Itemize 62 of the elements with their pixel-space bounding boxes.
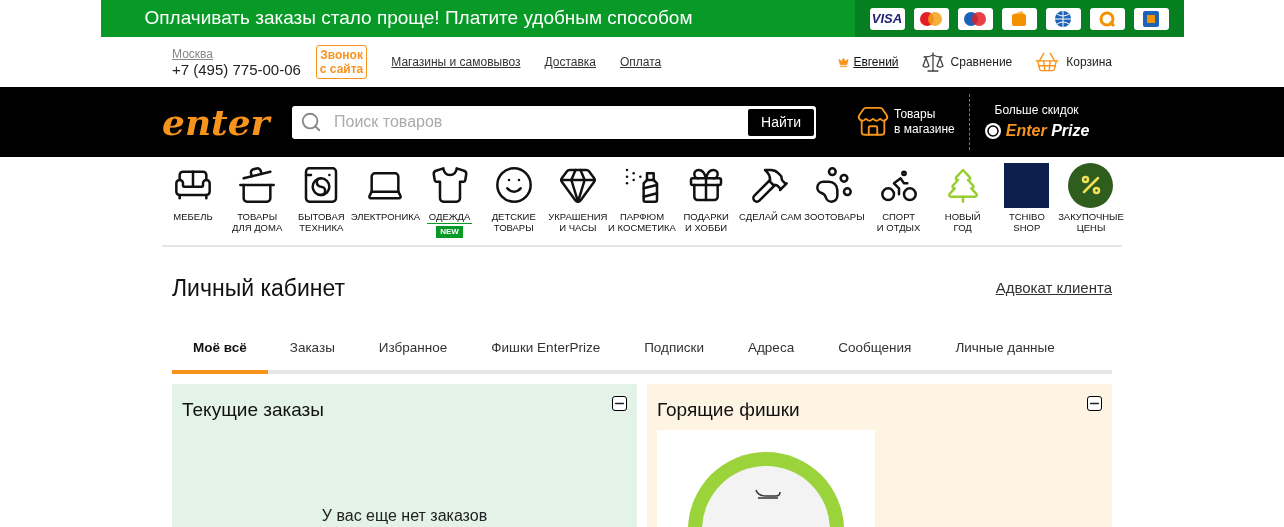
category-link[interactable]: СПОРТ И ОТДЫХ	[876, 211, 921, 233]
ring-icon	[1098, 9, 1116, 28]
page-title: Личный кабинет	[172, 274, 346, 303]
category-link[interactable]: БЫТОВАЯ ТЕХНИКА	[297, 211, 345, 233]
brand-logo-tile	[1004, 162, 1050, 208]
overlapping-circles-icon	[918, 10, 944, 27]
nav-link[interactable]: Доставка	[544, 53, 596, 71]
category-link[interactable]: ОДЕЖДА	[426, 211, 473, 224]
tab[interactable]: Избранное	[356, 335, 470, 374]
nav-link[interactable]: Оплата	[620, 53, 662, 71]
category-link[interactable]: СДЕЛАЙ САМ	[739, 211, 802, 222]
category-link[interactable]: ЗАКУПОЧНЫЕ ЦЕНЫ	[1058, 211, 1124, 233]
tab[interactable]: Адреса	[726, 335, 817, 374]
scales-icon	[920, 50, 945, 74]
category-link[interactable]: МЕБЕЛЬ	[173, 211, 213, 222]
toy-face-icon	[493, 165, 534, 205]
store-icon	[856, 105, 890, 139]
city-link[interactable]: Москва	[172, 47, 301, 62]
logo[interactable]: enter	[162, 95, 292, 149]
cart-link[interactable]: Корзина	[1066, 53, 1112, 71]
empty-orders-text: У вас еще нет заказов	[320, 506, 489, 527]
pot-icon	[237, 165, 278, 205]
category-link[interactable]: ДЕТСКИЕ ТОВАРЫ	[491, 211, 536, 233]
search-button[interactable]: Найти	[748, 108, 814, 136]
category-link[interactable]: ПАРФЮМ И КОСМЕТИКА	[608, 211, 676, 233]
paw-icon	[814, 165, 855, 205]
advocate-link[interactable]: Адвокат клиента	[995, 277, 1112, 300]
chip-icon	[983, 122, 1002, 140]
collapse-icon[interactable]	[1087, 395, 1102, 411]
panel-title: Горящие фишки	[657, 397, 800, 422]
overlapping-circles-icon	[962, 10, 988, 27]
search-icon	[300, 111, 322, 133]
tab[interactable]: Заказы	[267, 335, 357, 374]
tab[interactable]: Моё всё	[172, 335, 268, 374]
category-link[interactable]: ТОВАРЫ ДЛЯ ДОМА	[232, 211, 283, 233]
new-badge: NEW	[436, 226, 463, 238]
tab[interactable]: Сообщения	[816, 335, 934, 374]
tab[interactable]: Подписки	[622, 335, 726, 374]
nav-link[interactable]: Магазины и самовывоз	[391, 53, 521, 71]
tab[interactable]: Фишки EnterPrize	[469, 335, 623, 374]
compare-link[interactable]: Сравнение	[950, 53, 1013, 71]
phone-number: +7 (495) 775-00-06	[172, 62, 301, 77]
promo-text: Оплачивать заказы стало проще! Платите удобным способом	[144, 6, 693, 31]
category-link[interactable]: TCHIBO SHOP	[1008, 211, 1045, 233]
panel-title: Текущие заказы	[182, 397, 324, 422]
category-link[interactable]: ЗООТОВАРЫ	[804, 211, 865, 222]
visa-label: VISA	[871, 9, 903, 28]
store-goods-link[interactable]: Товары в магазине	[894, 107, 955, 137]
tab[interactable]: Личные данные	[933, 335, 1077, 374]
user-link[interactable]: Евгений	[853, 53, 899, 71]
search-field[interactable]: Поиск товаров Найти	[292, 105, 816, 139]
prize-title[interactable]: Enter Prize	[1005, 119, 1090, 143]
square-logo-icon	[1143, 10, 1159, 27]
category-link[interactable]: НОВЫЙ ГОД	[944, 211, 981, 233]
wallet-icon	[1010, 9, 1028, 28]
wreath-icon	[1068, 162, 1114, 208]
crown-icon	[838, 56, 850, 68]
collapse-icon[interactable]	[612, 395, 627, 411]
category-link[interactable]: ПОДАРКИ И ХОББИ	[683, 211, 729, 233]
category-link[interactable]: УКРАШЕНИЯ И ЧАСЫ	[548, 211, 608, 233]
category-link[interactable]: ЭЛЕКТРОНИКА	[350, 211, 421, 222]
prize-caption: Больше скидок	[994, 102, 1079, 119]
